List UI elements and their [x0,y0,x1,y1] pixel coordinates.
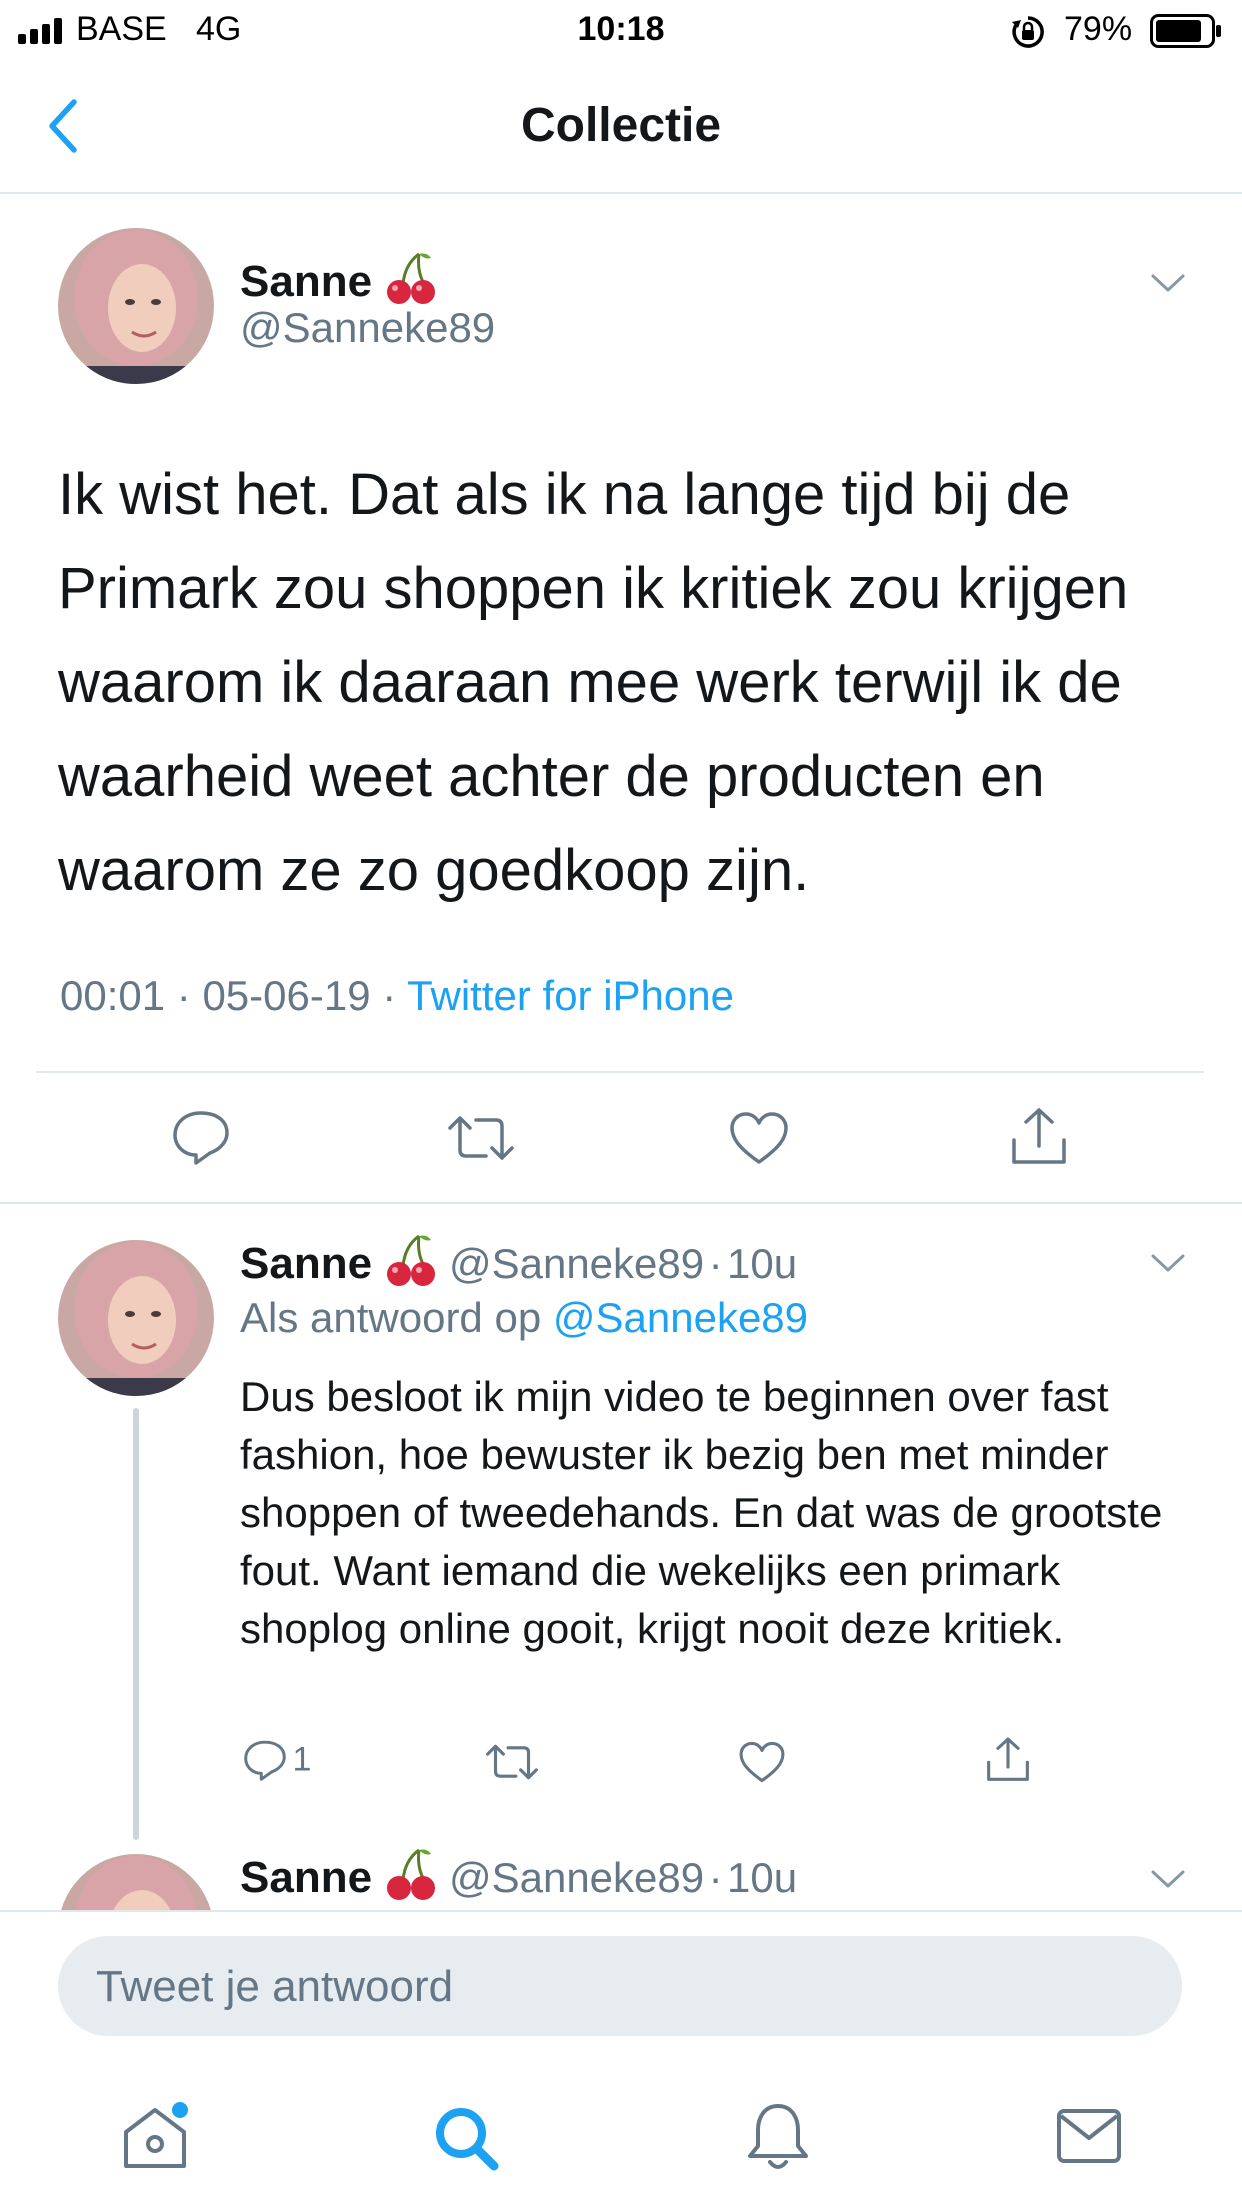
author-name[interactable]: Sanne [240,257,372,306]
cherries-icon [383,1232,437,1293]
tweet-date: 05-06-19 [202,972,371,1019]
tab-messages[interactable] [1056,2108,1122,2169]
chevron-down-icon [1151,274,1185,292]
share-button[interactable] [1008,1106,1070,1168]
tweet-time: 10u [727,1854,798,1901]
share-icon [1012,1108,1066,1164]
retweet-button[interactable] [446,1110,516,1166]
reply-header: Sanne @Sanneke89 · 10u [240,1232,797,1293]
tab-bar [0,2070,1242,2208]
status-bar: BASE 4G 10:18 79% [0,0,1242,62]
battery-percent: 79% [1064,10,1133,48]
retweet-icon [448,1116,514,1160]
clock: 10:18 [577,10,665,48]
tweet-text: Dus besloot ik mijn video te beginnen ov… [240,1373,1163,1652]
avatar[interactable] [58,1240,214,1396]
heart-icon [739,1741,785,1783]
reply-context-label: Als antwoord op [240,1294,542,1341]
author-handle[interactable]: @Sanneke89 [449,1240,704,1287]
reply-icon [173,1111,229,1165]
chevron-down-icon [1151,1254,1185,1272]
share-icon [987,1737,1029,1781]
reply-tweet-partial: Sanne @Sanneke89 · 10u [0,1840,1242,1910]
reply-context: Als antwoord op @Sanneke89 [240,1294,808,1342]
avatar[interactable] [58,1854,214,1910]
divider [0,1202,1242,1204]
separator-dot: · [176,972,191,1019]
tweet-text: Ik wist het. Dat als ik na lange tijd bi… [58,462,1129,903]
tweet-time: 00:01 [60,972,166,1019]
thread-line [133,1408,139,1840]
tweet-options-button[interactable] [1150,1868,1186,1895]
separator-dot: · [382,972,397,1019]
reply-button[interactable]: 1 [242,1738,311,1782]
avatar[interactable] [58,228,214,384]
reply-button[interactable] [170,1108,232,1166]
heart-icon [730,1112,788,1164]
navigation-bar: Collectie [0,62,1242,194]
divider [36,1071,1204,1073]
author-handle[interactable]: @Sanneke89 [449,1854,704,1901]
tweet-options-button[interactable] [1150,1252,1186,1279]
reply-input-placeholder: Tweet je antwoord [96,1962,454,2011]
author-name[interactable]: Sanne [240,1239,372,1288]
share-button[interactable] [984,1736,1032,1784]
chevron-down-icon [1151,1870,1185,1888]
retweet-icon [486,1744,538,1780]
reply-icon [244,1740,286,1781]
like-button[interactable] [738,1740,786,1784]
page-title: Collectie [520,99,722,152]
cherries-icon [383,1846,437,1907]
tab-notifications[interactable] [744,2100,812,2179]
reply-count: 1 [292,1740,312,1779]
notifications-icon [748,2104,808,2169]
author-handle[interactable]: @Sanneke89 [240,304,495,352]
search-icon [436,2108,499,2171]
divider [0,1910,1242,1912]
orientation-lock-icon [1010,14,1046,55]
home-icon [124,2102,188,2168]
retweet-button[interactable] [484,1740,540,1784]
separator-dot: · [708,1240,723,1287]
separator-dot: · [708,1854,723,1901]
reply-to-link[interactable]: @Sanneke89 [553,1294,808,1341]
tweet-time: 10u [727,1240,798,1287]
tab-home[interactable] [118,2100,192,2179]
author-name[interactable]: Sanne [240,1853,372,1902]
battery-icon [1150,14,1222,53]
reply-header: Sanne @Sanneke89 · 10u [240,1846,797,1907]
cherries-icon [383,250,437,311]
messages-icon [1057,2109,1121,2163]
like-button[interactable] [728,1110,790,1166]
tweet-source-link[interactable]: Twitter for iPhone [407,972,734,1019]
tab-search[interactable] [432,2104,502,2179]
reply-composer[interactable]: Tweet je antwoord [58,1936,1182,2036]
tweet-meta: 00:01 · 05-06-19 · Twitter for iPhone [60,972,734,1020]
tweet-options-button[interactable] [1150,272,1186,299]
